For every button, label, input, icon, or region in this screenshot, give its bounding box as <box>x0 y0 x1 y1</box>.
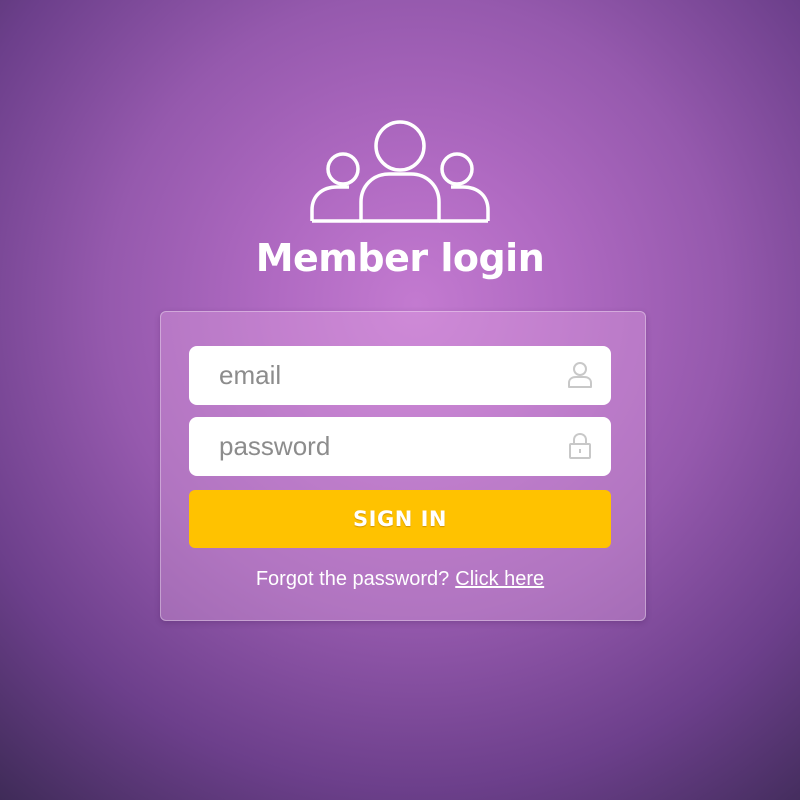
members-icon <box>310 120 490 223</box>
sign-in-button[interactable]: SIGN IN <box>189 490 611 548</box>
email-input[interactable] <box>217 359 551 392</box>
user-icon <box>568 362 592 388</box>
forgot-password-text: Forgot the password? <box>255 568 450 590</box>
password-input[interactable] <box>217 430 551 463</box>
page-title: Member login <box>255 236 545 280</box>
forgot-password-row: Forgot the password? Click here <box>0 568 800 591</box>
password-field[interactable] <box>189 417 611 476</box>
email-field[interactable] <box>189 346 611 405</box>
lock-icon <box>569 433 591 459</box>
click-here-link[interactable]: Click here <box>455 568 544 590</box>
